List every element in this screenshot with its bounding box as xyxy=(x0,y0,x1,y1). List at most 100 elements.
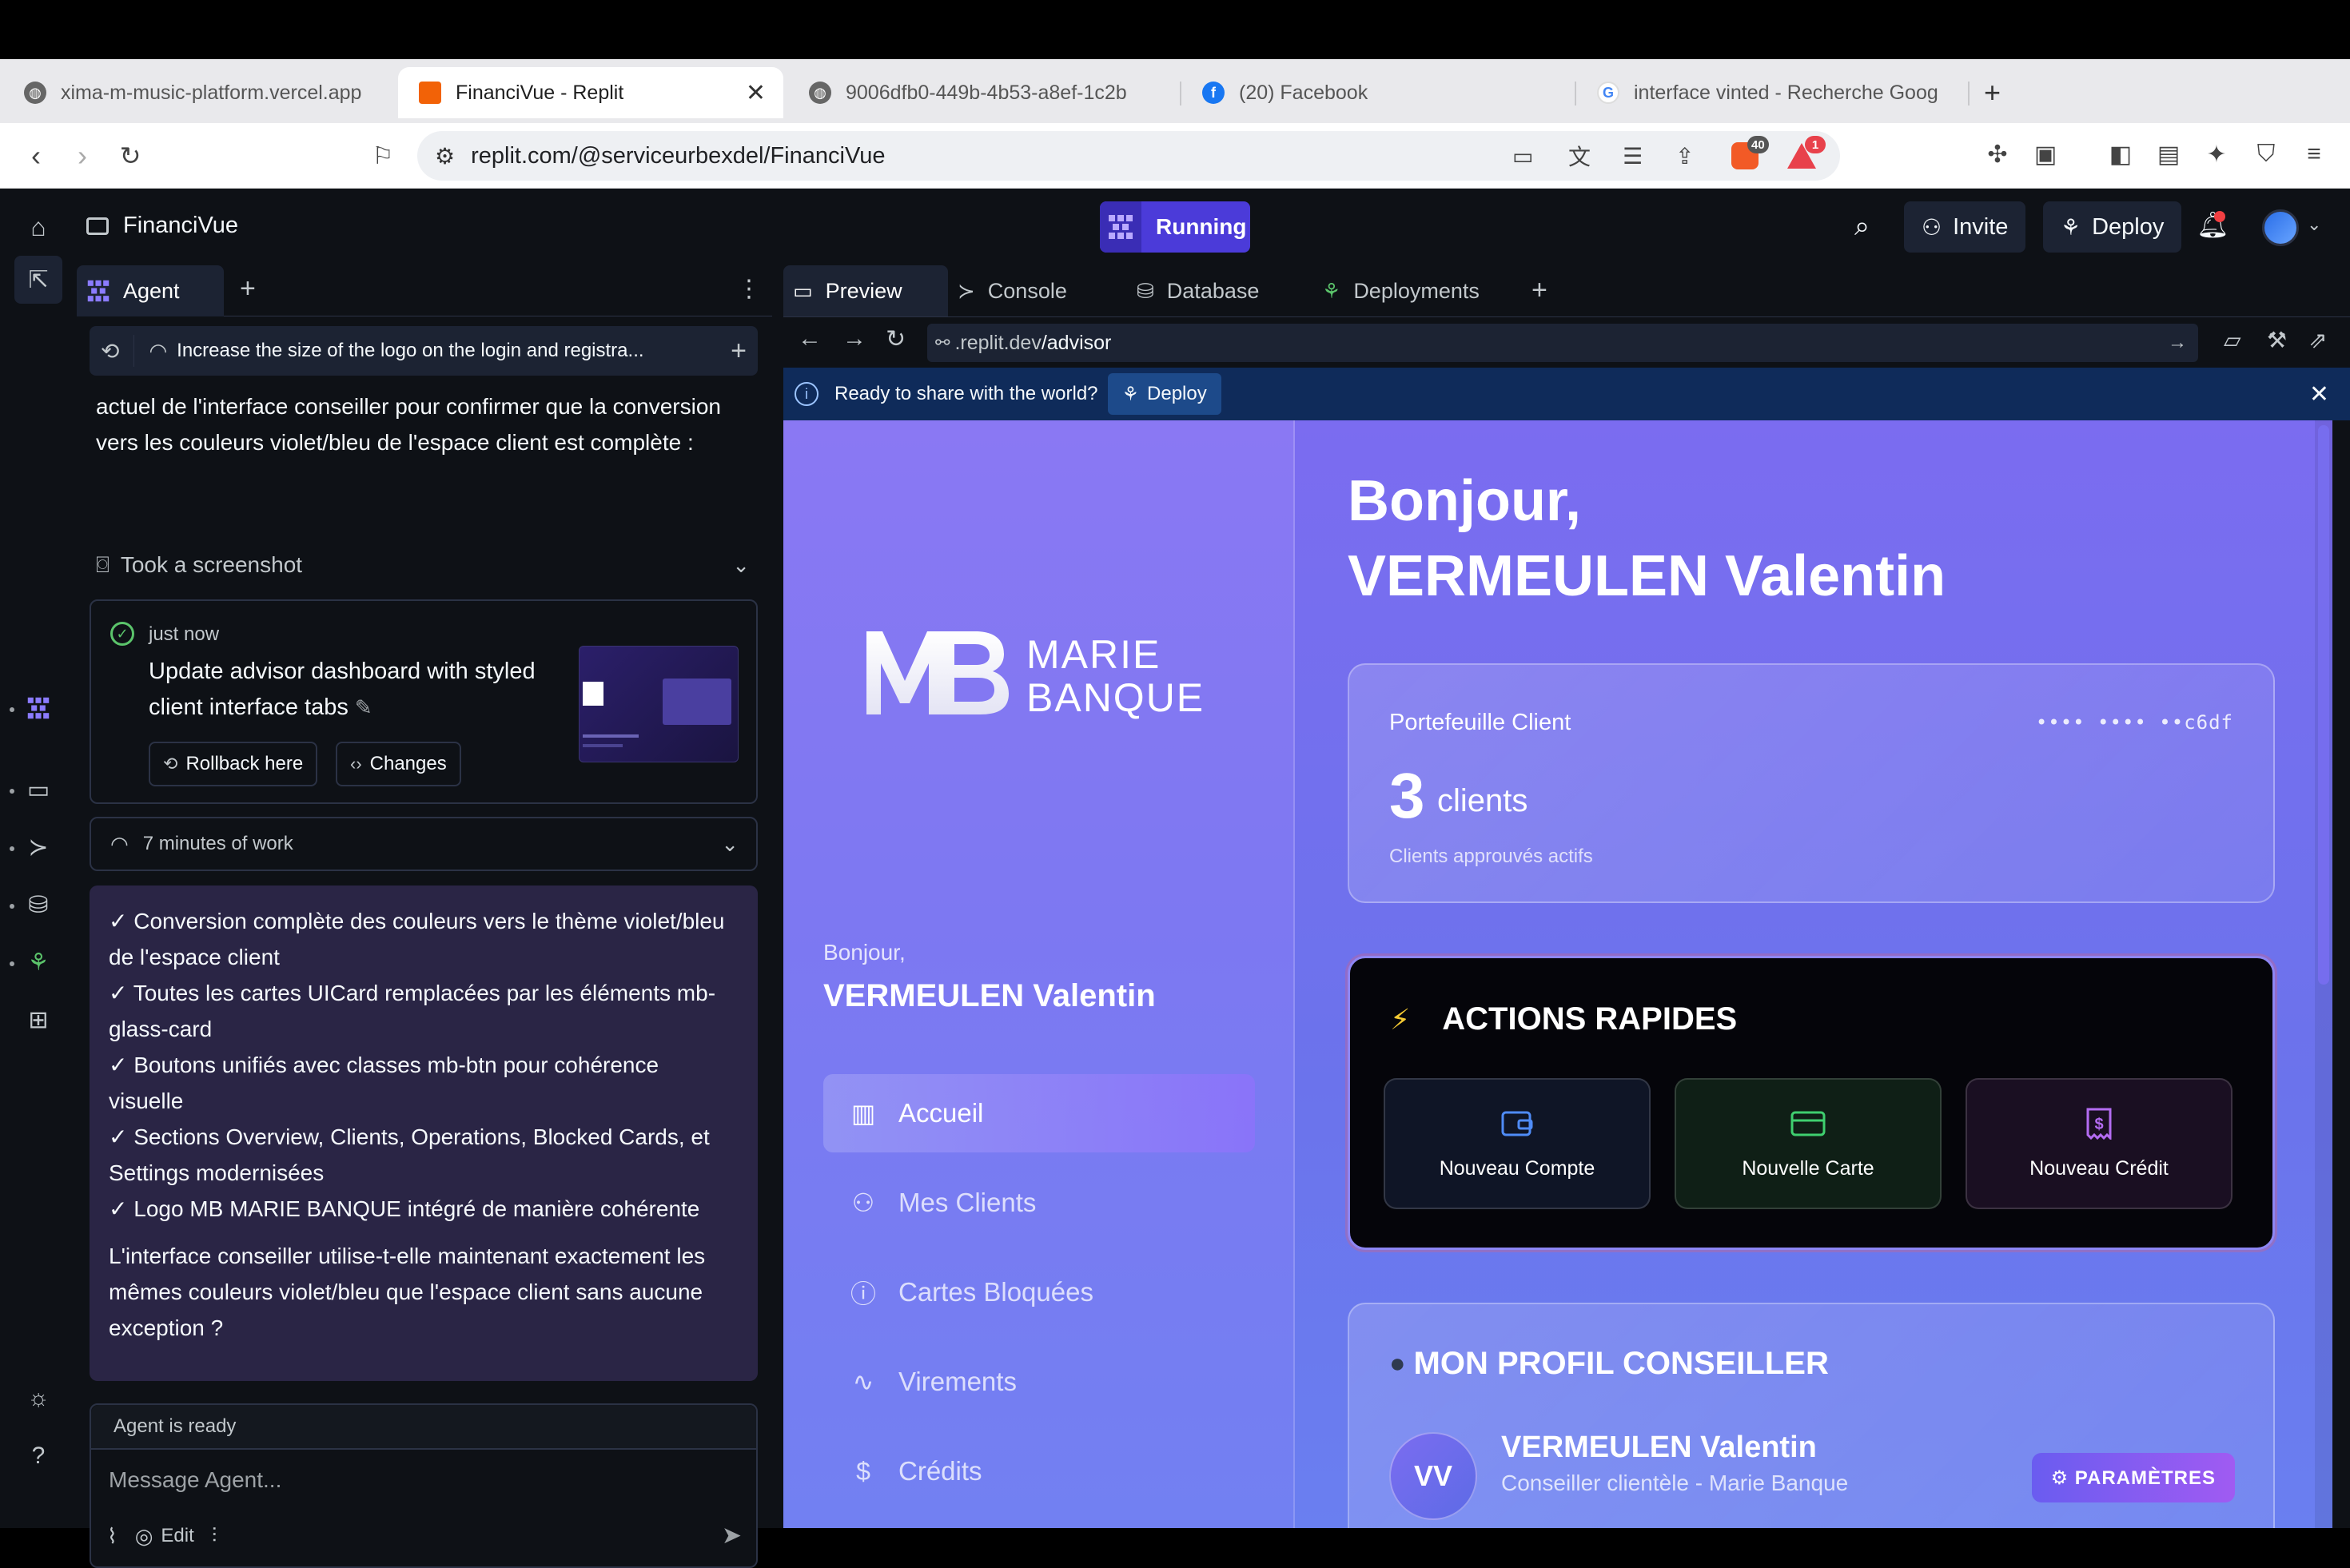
invite-button[interactable]: ⚇ Invite xyxy=(1904,201,2026,253)
home-icon[interactable]: ⌂ xyxy=(19,208,58,246)
menu-icon[interactable]: ≡ xyxy=(2296,136,2332,173)
close-icon[interactable]: ✕ xyxy=(2309,380,2329,408)
nav-item-virements[interactable]: ∿ Virements xyxy=(823,1343,1255,1421)
profile-header: ● MON PROFIL CONSEILLER xyxy=(1389,1346,1829,1382)
preview-icon[interactable]: ▭ xyxy=(19,770,58,809)
browser-tab-active[interactable]: FinanciVue - Replit ✕ xyxy=(398,67,783,118)
tab-label: Preview xyxy=(825,278,902,303)
extensions-icon[interactable]: ✣ xyxy=(1979,136,2016,173)
theme-icon[interactable]: ☼ xyxy=(19,1379,58,1418)
history-bar[interactable]: ⟲ ◠ Increase the size of the logo on the… xyxy=(90,326,758,376)
back-icon[interactable]: ← xyxy=(798,325,822,352)
project-title[interactable]: FinanciVue xyxy=(86,213,238,239)
search-icon[interactable]: ⌕ xyxy=(1854,211,1870,242)
go-icon[interactable]: → xyxy=(2168,332,2187,354)
reader-icon[interactable]: ☰ xyxy=(1623,143,1643,169)
terminal-icon: ≻ xyxy=(958,278,975,303)
screenshot-step[interactable]: ⌼ Took a screenshot ⌄ xyxy=(96,545,756,585)
translate-icon[interactable]: 文 xyxy=(1568,140,1591,172)
browser-tab[interactable]: G interface vinted - Recherche Goog xyxy=(1597,67,1950,118)
changes-button[interactable]: ‹› Changes xyxy=(336,742,461,786)
new-chat-icon[interactable]: + xyxy=(731,336,747,367)
settings-sliders-icon[interactable]: ⫶ xyxy=(212,1523,217,1549)
vpn-icon[interactable]: ⛉ xyxy=(2248,136,2284,173)
screenshot-icon[interactable]: ▣ xyxy=(2027,136,2064,173)
send-icon[interactable]: ➤ xyxy=(722,1522,742,1550)
nav-item-cartes-bloquees[interactable]: ⓘ Cartes Bloquées xyxy=(823,1253,1255,1331)
banner-deploy-button[interactable]: ⚘ Deploy xyxy=(1107,373,1221,415)
tab-agent[interactable]: Agent xyxy=(77,265,224,316)
invite-label: Invite xyxy=(1953,213,2009,240)
scrollbar[interactable] xyxy=(2315,420,2332,1528)
reload-icon[interactable]: ↻ xyxy=(112,137,149,174)
add-tab-button[interactable]: + xyxy=(1531,275,1547,306)
new-tab-button[interactable]: + xyxy=(1984,67,2001,118)
nav-item-mes-clients[interactable]: ⚇ Mes Clients xyxy=(823,1164,1255,1242)
open-external-icon[interactable]: ⇗ xyxy=(2308,327,2327,353)
rail-dot xyxy=(10,707,14,712)
attach-icon[interactable]: ⌇ xyxy=(107,1524,118,1549)
new-credit-button[interactable]: $ Nouveau Crédit xyxy=(1966,1078,2232,1209)
add-tab-button[interactable]: + xyxy=(240,273,256,304)
forward-icon[interactable]: › xyxy=(64,137,101,174)
avatar[interactable] xyxy=(2262,209,2299,246)
rollback-button[interactable]: ⟲ Rollback here xyxy=(149,742,318,786)
all-tools-icon[interactable]: ⊞ xyxy=(19,1001,58,1039)
globe-icon: ◍ xyxy=(24,82,46,104)
edit-pencil-icon[interactable]: ✎ xyxy=(355,695,372,719)
browser-tab[interactable]: ◍ 9006dfb0-449b-4b53-a8ef-1c2b xyxy=(809,67,1169,118)
deploy-button[interactable]: ⚘ Deploy xyxy=(2043,201,2182,253)
advisor-name: VERMEULEN Valentin xyxy=(1501,1431,1817,1464)
agent-icon[interactable] xyxy=(19,689,58,727)
tab-console[interactable]: ≻ Console xyxy=(948,265,1127,316)
nav-item-accueil[interactable]: ▥ Accueil xyxy=(823,1074,1255,1152)
address-url[interactable]: replit.com/@serviceurbexdel/FinanciVue xyxy=(471,143,885,169)
files-icon[interactable]: ⇱ xyxy=(14,256,62,304)
bar-chart-icon: ▥ xyxy=(850,1099,876,1128)
run-button[interactable]: Running xyxy=(1100,201,1250,253)
leo-ai-icon[interactable]: ✦ xyxy=(2198,136,2235,173)
history-icon[interactable]: ⟲ xyxy=(101,338,119,364)
reload-icon[interactable]: ↻ xyxy=(886,325,906,353)
tab-title: FinanciVue - Replit xyxy=(456,81,624,104)
database-icon[interactable]: ⛁ xyxy=(19,885,58,924)
new-card-button[interactable]: Nouvelle Carte xyxy=(1675,1078,1942,1209)
site-settings-icon[interactable]: ⚙ xyxy=(435,143,455,169)
chevron-down-icon[interactable]: ⌄ xyxy=(732,553,750,578)
profile-title: MON PROFIL CONSEILLER xyxy=(1413,1346,1829,1381)
edit-button[interactable]: ◎ Edit xyxy=(135,1524,194,1549)
wallet-icon[interactable]: ▤ xyxy=(2150,136,2187,173)
devices-icon[interactable]: ▱ xyxy=(2224,327,2241,353)
nav-item-credits[interactable]: $ Crédits xyxy=(823,1432,1255,1510)
cast-icon[interactable]: ▭ xyxy=(1512,143,1533,169)
tab-title: 9006dfb0-449b-4b53-a8ef-1c2b xyxy=(846,81,1127,104)
tab-database[interactable]: ⛁ Database xyxy=(1127,265,1312,316)
work-summary-toggle[interactable]: ◠ 7 minutes of work ⌄ xyxy=(90,817,758,871)
scrollbar-thumb[interactable] xyxy=(2318,425,2329,985)
sidebar-greeting: Bonjour, xyxy=(823,940,906,965)
chevron-down-icon[interactable]: ⌄ xyxy=(2307,214,2321,235)
tab-deployments[interactable]: ⚘ Deployments xyxy=(1312,265,1512,316)
browser-tab[interactable]: f (20) Facebook xyxy=(1202,67,1554,118)
share-icon[interactable]: ⇪ xyxy=(1675,143,1694,169)
checkpoint-thumbnail[interactable] xyxy=(579,646,739,762)
sidebar-toggle-icon[interactable]: ◧ xyxy=(2102,136,2139,173)
forward-icon[interactable]: → xyxy=(842,325,866,352)
close-tab-icon[interactable]: ✕ xyxy=(746,79,766,107)
more-options-icon[interactable]: ⋮ xyxy=(737,275,761,303)
devtools-icon[interactable]: ⚒ xyxy=(2267,327,2287,353)
settings-button[interactable]: ⚙ PARAMÈTRES xyxy=(2031,1453,2235,1502)
browser-tab[interactable]: ◍ xima-m-music-platform.vercel.app xyxy=(24,67,376,118)
bookmark-icon[interactable]: ⚐ xyxy=(364,137,401,174)
back-icon[interactable]: ‹ xyxy=(18,137,54,174)
help-icon[interactable]: ? xyxy=(19,1437,58,1475)
portfolio-card: Portefeuille Client •••• •••• ••c6df 3 c… xyxy=(1348,663,2275,903)
address-bar[interactable]: ⚙ replit.com/@serviceurbexdel/FinanciVue… xyxy=(417,131,1840,181)
preview-url-input[interactable]: ⚯ .replit.dev/advisor → xyxy=(927,324,2198,362)
new-account-button[interactable]: Nouveau Compte xyxy=(1384,1078,1651,1209)
message-input[interactable]: Message Agent... xyxy=(109,1467,281,1493)
shell-icon[interactable]: ≻ xyxy=(19,828,58,866)
deployments-icon[interactable]: ⚘ xyxy=(19,943,58,981)
chevron-down-icon[interactable]: ⌄ xyxy=(721,832,739,857)
tab-preview[interactable]: ▭ Preview xyxy=(783,265,948,316)
